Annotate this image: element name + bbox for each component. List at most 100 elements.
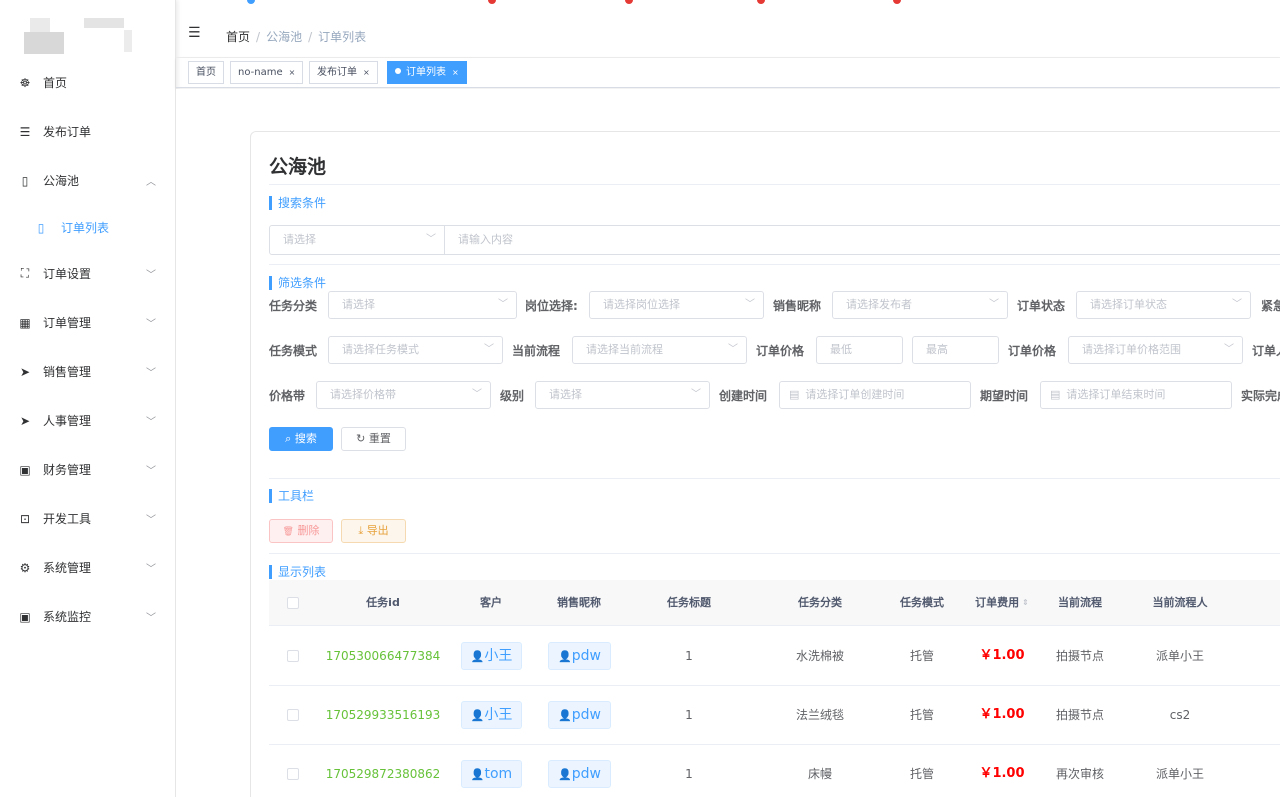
sales-tag[interactable]: 👤pdw [548,642,611,670]
filter-label-order-person: 订单人 [1252,344,1280,358]
sales-tag[interactable]: 👤pdw [548,760,611,788]
task-mode-cell: 托管 [909,767,934,781]
expected-time-picker[interactable]: ▤ 请选择订单结束时间 [1040,381,1232,409]
column-header-order-fee[interactable]: 订单费用 ⇕ [962,580,1042,626]
price-range-select[interactable]: 请选择订单价格范围 ﹀ [1068,336,1243,364]
task-title-cell: 1 [685,649,693,663]
menu-item-publish-order[interactable]: ☰ 发布订单 [0,107,176,156]
sales-nickname-select[interactable]: 请选择发布者 ﹀ [832,291,1008,319]
table-row[interactable]: 170530066477384 👤小王 👤pdw 1 水洗棉被 托管 ￥1.00 拍摄节点 派单… [269,627,1280,686]
row-checkbox[interactable] [287,768,299,780]
task-category-select[interactable]: 请选择 ﹀ [328,291,517,319]
filter-label-order-status: 订单状态 [1017,299,1066,313]
column-header-task-id[interactable]: 任务id [329,580,437,626]
tag-publish-order[interactable]: 发布订单 × [309,61,378,84]
tag-no-name[interactable]: no-name × [230,61,304,84]
current-flow-cell: 拍摄节点 [1055,649,1104,663]
menu-item-hr-management[interactable]: ➤ 人事管理 ﹀ [0,396,176,445]
breadcrumb-home[interactable]: 首页 [226,30,250,44]
search-button[interactable]: ⌕ 搜索 [269,427,333,451]
select-placeholder: 请选择 [549,388,582,401]
sales-name: pdw [571,766,601,782]
menu-item-order-list[interactable]: ▯ 订单列表 [0,203,176,252]
task-id-link[interactable]: 170529933516193 [323,686,443,744]
tag-order-list[interactable]: 订单列表 × [387,61,467,84]
customer-tag[interactable]: 👤小王 [461,642,522,670]
menu-item-finance-management[interactable]: ▣ 财务管理 ﹀ [0,445,176,494]
close-icon[interactable]: × [452,68,459,77]
price-band-select[interactable]: 请选择价格带 ﹀ [316,381,491,409]
order-status-select[interactable]: 请选择订单状态 ﹀ [1076,291,1251,319]
export-button[interactable]: ⤓ 导出 [341,519,406,543]
menu-item-sales-management[interactable]: ➤ 销售管理 ﹀ [0,347,176,396]
select-placeholder: 请选择订单价格范围 [1082,343,1181,356]
row-checkbox[interactable] [287,650,299,662]
reset-button[interactable]: ↻ 重置 [341,427,406,451]
task-category-cell: 水洗棉被 [795,649,844,663]
create-time-picker[interactable]: ▤ 请选择订单创建时间 [779,381,971,409]
delete-button[interactable]: 🗑 删除 [269,519,333,543]
menu-item-home[interactable]: ☸ 首页 [0,58,176,107]
level-select[interactable]: 请选择 ﹀ [535,381,710,409]
select-all-checkbox[interactable] [287,597,299,609]
menu-item-dev-tools[interactable]: ⊡ 开发工具 ﹀ [0,494,176,543]
calendar-icon: ▤ [1050,388,1061,401]
menu-item-system-management[interactable]: ⚙ 系统管理 ﹀ [0,543,176,592]
price-min-input[interactable]: 最低 [816,336,903,364]
close-icon[interactable]: × [363,68,370,77]
task-mode-select[interactable]: 请选择任务模式 ﹀ [328,336,503,364]
column-header-current-flow[interactable]: 当前流程 [1042,580,1118,626]
menu-item-order-management[interactable]: ▦ 订单管理 ﹀ [0,298,176,347]
filter-label-expected-time: 期望时间 [980,389,1029,403]
position-select[interactable]: 请选择岗位选择 ﹀ [589,291,764,319]
task-id-link[interactable]: 170529872380862 [323,745,443,797]
hamburger-icon[interactable]: ☰ [188,26,204,40]
chevron-down-icon: ﹀ [1232,299,1242,310]
sort-icon[interactable]: ⇕ [1022,599,1029,607]
menu-item-label: 首页 [43,76,68,90]
breadcrumb-pool[interactable]: 公海池 [266,30,302,44]
task-id-link[interactable]: 170530066477384 [323,627,443,685]
close-icon[interactable]: × [289,68,296,77]
browser-tab-strip [0,0,1280,4]
customer-tag[interactable]: 👤小王 [461,701,522,729]
column-header-current-flow-person[interactable]: 当前流程人 [1138,580,1222,626]
row-checkbox[interactable] [287,709,299,721]
menu-item-system-monitor[interactable]: ▣ 系统监控 ﹀ [0,592,176,641]
table-row[interactable]: 170529872380862 👤tom 👤pdw 1 床幔 托管 ￥1.00 再次审核 派单小… [269,745,1280,797]
user-icon: 👤 [470,768,485,781]
chevron-down-icon: ﹀ [691,389,701,400]
sales-tag[interactable]: 👤pdw [548,701,611,729]
select-placeholder: 请选择价格带 [330,388,396,401]
price-max-input[interactable]: 最高 [912,336,999,364]
divider [269,264,1280,265]
menu-item-public-pool[interactable]: ▯ 公海池 ︿ [0,156,176,205]
search-input[interactable]: 请输入内容 [445,225,1280,255]
breadcrumb: 首页 / 公海池 / 订单列表 [226,28,366,45]
task-mode-cell: 托管 [909,649,934,663]
table-row[interactable]: 170529933516193 👤小王 👤pdw 1 法兰绒毯 托管 ￥1.00 拍摄节点 cs… [269,686,1280,745]
select-placeholder: 请选择岗位选择 [603,298,680,311]
chevron-down-icon: ﹀ [1224,344,1234,355]
menu-item-order-settings[interactable]: ⛶ 订单设置 ﹀ [0,249,176,298]
customer-tag[interactable]: 👤tom [461,760,522,788]
column-header-task-title[interactable]: 任务标题 [649,580,729,626]
column-header-task-mode[interactable]: 任务模式 [887,580,957,626]
column-header-customer[interactable]: 客户 [461,580,521,626]
chevron-down-icon: ﹀ [989,299,999,310]
monitor-icon: ▣ [19,462,31,477]
chevron-down-icon: ﹀ [745,299,755,310]
menu-item-label: 订单列表 [61,221,110,235]
column-header-sales-nickname[interactable]: 销售昵称 [539,580,619,626]
filter-label-order-price-range: 订单价格 [1008,344,1057,358]
tag-home[interactable]: 首页 [188,61,224,84]
chevron-icon: ﹀ [146,270,156,281]
select-placeholder: 请选择订单状态 [1090,298,1167,311]
breadcrumb-current: 订单列表 [318,30,367,44]
current-flow-cell: 再次审核 [1055,767,1104,781]
search-field-select[interactable]: 请选择 ﹀ [269,225,445,255]
current-flow-select[interactable]: 请选择当前流程 ﹀ [572,336,747,364]
sidebar: ☸ 首页 ☰ 发布订单 ▯ 公海池 ︿ ▯ 订单列表 ⛶ 订单设置 ﹀ ▦ 订单管理 ﹀ ➤ 销售管理 ﹀ ➤ 人事管… [0,0,176,797]
chevron-icon: ﹀ [146,319,156,330]
column-header-task-category[interactable]: 任务分类 [780,580,860,626]
